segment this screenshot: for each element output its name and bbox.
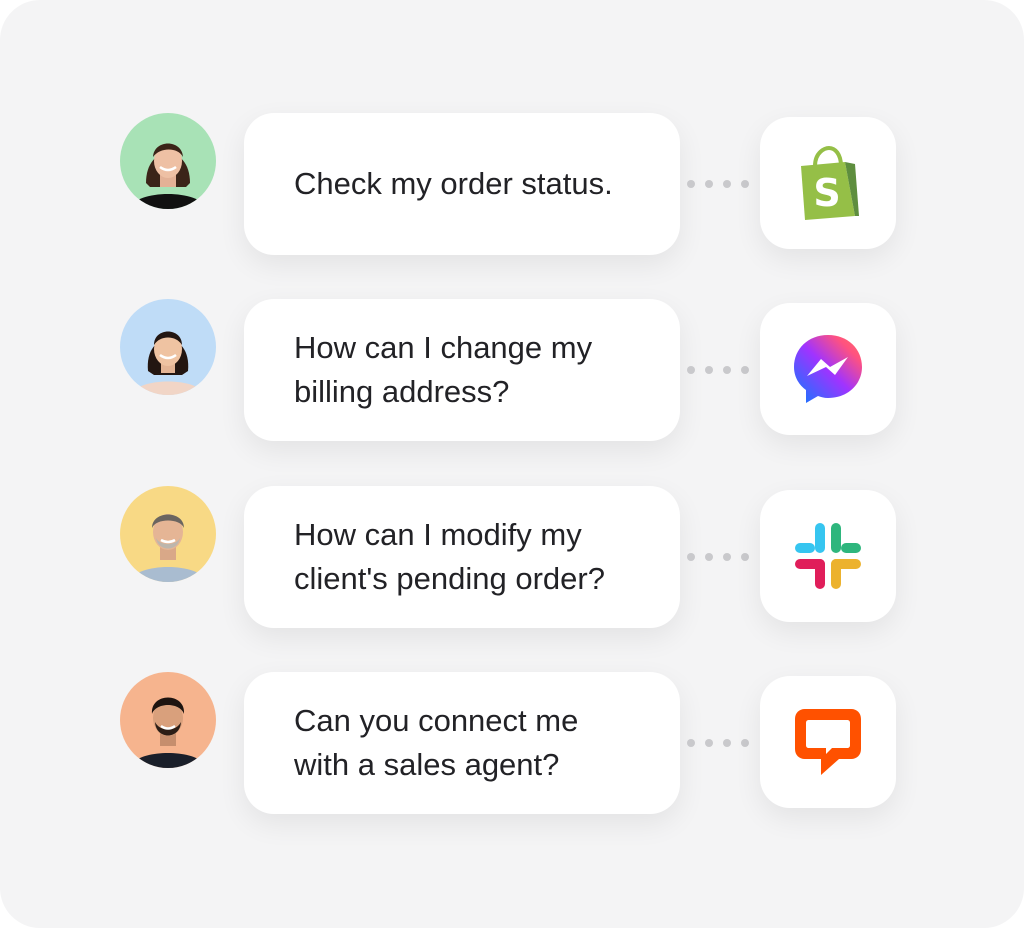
livechat-tile (760, 676, 896, 808)
message-text-line: billing address? (294, 374, 510, 409)
message-row-2: How can I change my billing address? (0, 299, 1024, 441)
connector-dots (687, 366, 751, 374)
message-text-line: How can I modify my (294, 517, 582, 552)
message-bubble: How can I modify my client's pending ord… (244, 486, 680, 628)
message-row-1: Check my order status. S (0, 113, 1024, 255)
svg-text:S: S (813, 171, 840, 215)
messenger-tile (760, 303, 896, 435)
avatar-woman-2 (120, 299, 216, 395)
chat-integrations-card: Check my order status. S How can I chang… (0, 0, 1024, 928)
avatar-woman-1 (120, 113, 216, 209)
message-bubble: Check my order status. (244, 113, 680, 255)
message-text-line: client's pending order? (294, 561, 605, 596)
livechat-icon (795, 709, 861, 775)
message-bubble: Can you connect me with a sales agent? (244, 672, 680, 814)
message-text-line: with a sales agent? (294, 747, 560, 782)
connector-dots (687, 553, 751, 561)
message-row-4: Can you connect me with a sales agent? (0, 672, 1024, 814)
avatar-man-2 (120, 672, 216, 768)
message-text-line: Can you connect me (294, 703, 579, 738)
slack-icon (795, 523, 861, 589)
connector-dots (687, 180, 751, 188)
messenger-icon (794, 335, 862, 403)
shopify-tile: S (760, 117, 896, 249)
shopify-icon: S (801, 146, 859, 220)
slack-tile (760, 490, 896, 622)
avatar-man-1 (120, 486, 216, 582)
message-bubble: How can I change my billing address? (244, 299, 680, 441)
message-text-line: Check my order status. (294, 166, 613, 201)
connector-dots (687, 739, 751, 747)
message-row-3: How can I modify my client's pending ord… (0, 486, 1024, 628)
message-text-line: How can I change my (294, 330, 593, 365)
